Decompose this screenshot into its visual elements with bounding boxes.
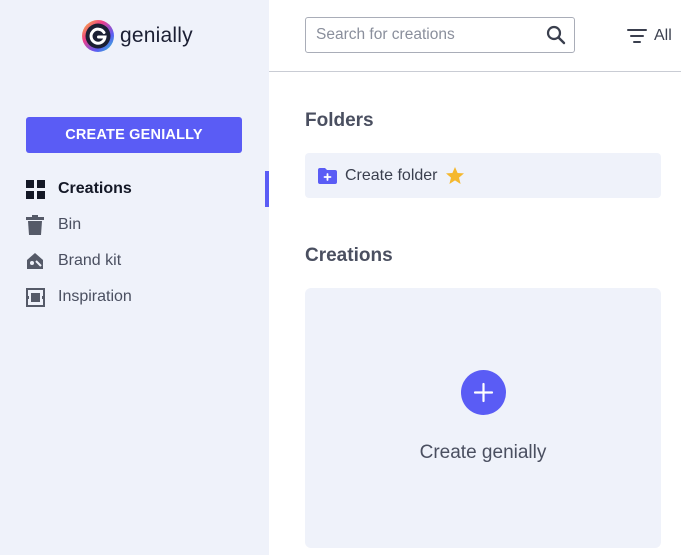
sidebar-item-label: Brand kit [58, 252, 122, 269]
search-input[interactable] [316, 19, 536, 51]
genially-logo-icon [82, 20, 114, 52]
star-icon [445, 166, 464, 184]
trash-icon [25, 215, 45, 235]
search-icon[interactable] [546, 25, 566, 45]
sidebar-item-label: Inspiration [58, 288, 132, 305]
create-genially-button[interactable]: CREATE GENIALLY [26, 117, 242, 153]
filter-label: All [654, 27, 672, 44]
filter-icon [627, 29, 647, 43]
brand-name: genially [120, 24, 193, 47]
plus-icon [461, 370, 506, 415]
filter-dropdown[interactable]: All [627, 24, 672, 48]
sidebar-item-bin[interactable]: Bin [0, 207, 269, 243]
create-folder-label: Create folder [345, 166, 438, 184]
add-folder-icon [318, 167, 337, 184]
sidebar-item-creations[interactable]: Creations [0, 171, 269, 207]
sidebar: genially CREATE GENIALLY Creations Bin B… [0, 0, 269, 555]
folders-heading: Folders [305, 110, 374, 131]
create-genially-label: Create genially [419, 442, 547, 463]
sidebar-item-label: Bin [58, 216, 82, 233]
brand-kit-icon [25, 251, 45, 271]
sidebar-item-inspiration[interactable]: Inspiration [0, 279, 269, 315]
create-genially-card[interactable]: Create genially [305, 288, 661, 548]
sidebar-nav: Creations Bin Brand kit Inspiration [0, 171, 269, 315]
create-folder-button[interactable]: Create folder [305, 153, 661, 198]
top-bar: All [269, 0, 681, 72]
grid-icon [25, 179, 45, 199]
inspiration-icon [25, 287, 45, 307]
sidebar-item-brand-kit[interactable]: Brand kit [0, 243, 269, 279]
brand-logo[interactable]: genially [81, 19, 193, 53]
creations-heading: Creations [305, 245, 393, 266]
sidebar-item-label: Creations [58, 180, 132, 197]
search-box [305, 17, 575, 53]
